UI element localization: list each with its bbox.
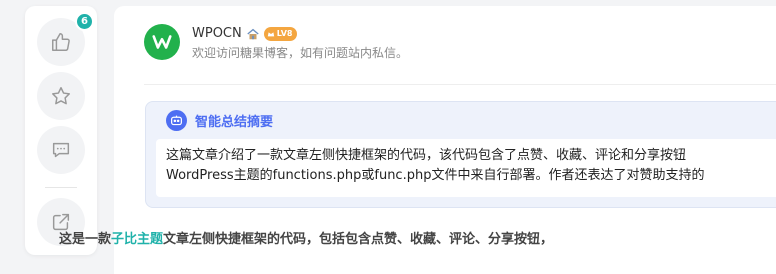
like-count-badge: 6 <box>75 12 94 31</box>
house-icon <box>247 28 259 39</box>
avatar[interactable] <box>144 24 180 60</box>
article-theme-link[interactable]: 子比主题 <box>111 232 163 247</box>
ai-summary-text: 这篇文章介绍了一款文章左侧快捷框架的代码，该代码包含了点赞、收藏、评论和分享按钮… <box>156 139 776 197</box>
article-quick-action-sidebar: 6 <box>25 6 97 255</box>
author-name[interactable]: WPOCN <box>192 26 242 41</box>
article-text-before: 这是一款 <box>59 232 112 247</box>
star-icon <box>52 87 70 105</box>
robot-icon <box>166 110 187 131</box>
author-card: WPOCN LV8 欢迎访问糖果博客，如有问题站内私信。 <box>144 24 744 68</box>
ai-summary-line-2: WordPress主题的functions.php或func.php文件中来自行… <box>166 168 705 183</box>
thumbs-up-icon <box>52 33 70 51</box>
author-name-row: WPOCN LV8 <box>192 26 297 41</box>
ai-summary-header: 智能总结摘要 <box>166 110 273 131</box>
article-paragraph: 这是一款子比主题文章左侧快捷框架的代码，包括包含点赞、收藏、评论、分享按钮， <box>59 228 553 247</box>
wordpress-logo-icon <box>152 35 172 49</box>
author-description: 欢迎访问糖果博客，如有问题站内私信。 <box>192 46 409 60</box>
level-text: LV8 <box>276 29 293 38</box>
comment-button[interactable] <box>37 126 85 174</box>
ai-summary-line-1: 这篇文章介绍了一款文章左侧快捷框架的代码，该代码包含了点赞、收藏、评论和分享按钮 <box>166 148 687 163</box>
ai-summary-title: 智能总结摘要 <box>195 115 274 130</box>
favorite-button[interactable] <box>37 72 85 120</box>
like-button[interactable]: 6 <box>37 12 94 66</box>
crown-icon <box>267 31 274 36</box>
comment-icon <box>52 142 70 158</box>
level-badge: LV8 <box>263 26 297 41</box>
ai-summary-box: 智能总结摘要 这篇文章介绍了一款文章左侧快捷框架的代码，该代码包含了点赞、收藏、… <box>145 101 776 208</box>
author-divider <box>144 84 776 85</box>
sidebar-divider <box>45 187 77 188</box>
article-text-after: 文章左侧快捷框架的代码，包括包含点赞、收藏、评论、分享按钮， <box>163 232 554 247</box>
